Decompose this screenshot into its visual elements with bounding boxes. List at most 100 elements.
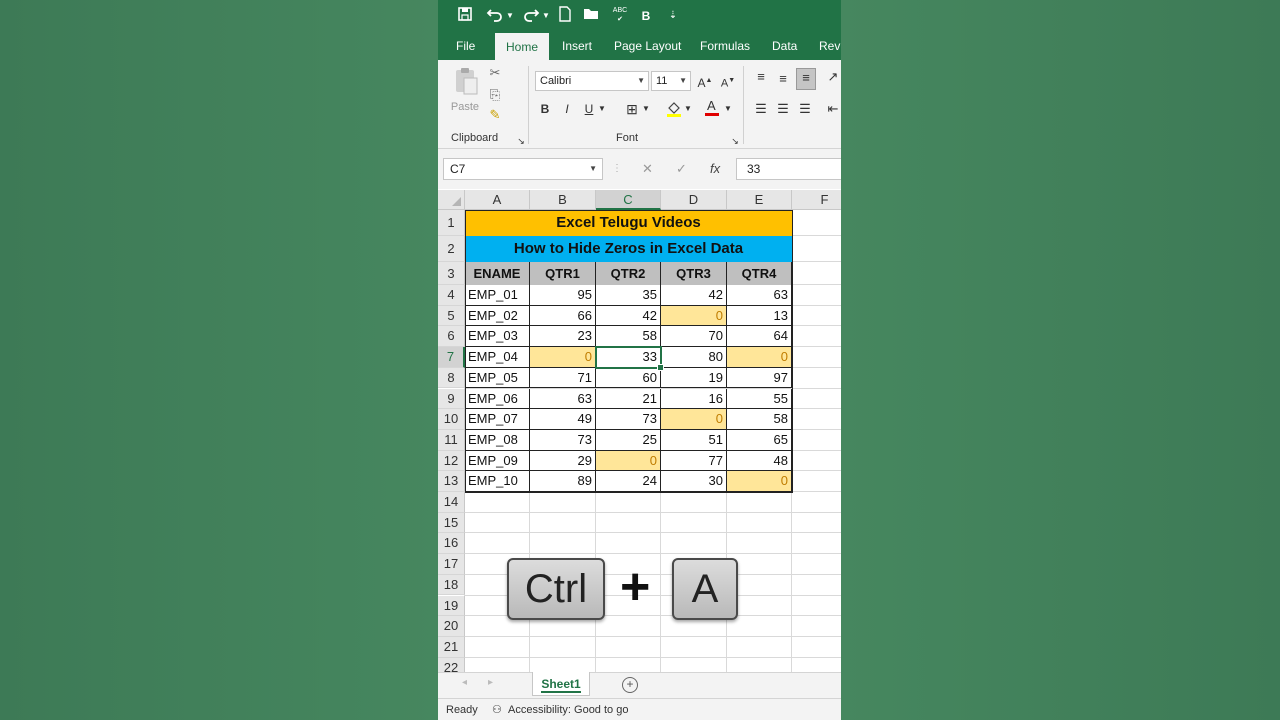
quarter-value-cell[interactable]: 0 (727, 471, 792, 492)
align-center-icon[interactable]: ☰ (774, 100, 792, 118)
select-all-button[interactable] (438, 190, 465, 210)
column-title-qtr3[interactable]: QTR3 (661, 262, 727, 285)
column-header-b[interactable]: B (530, 190, 596, 210)
row-header-2[interactable]: 2 (438, 236, 465, 262)
quarter-value-cell[interactable]: 63 (727, 285, 792, 306)
row-header-21[interactable]: 21 (438, 636, 465, 658)
row-header-6[interactable]: 6 (438, 326, 465, 348)
employee-name-cell[interactable]: EMP_05 (465, 367, 530, 389)
row-header-1[interactable]: 1 (438, 210, 465, 236)
quarter-value-cell[interactable]: 25 (596, 429, 661, 451)
align-bottom-icon[interactable]: ≡ (796, 68, 816, 90)
font-size-dropdown[interactable]: 11 ▼ (651, 71, 691, 91)
employee-name-cell[interactable]: EMP_02 (465, 305, 530, 327)
row-header-22[interactable]: 22 (438, 657, 465, 672)
quarter-value-cell[interactable]: 19 (661, 367, 727, 389)
row-header-16[interactable]: 16 (438, 533, 465, 555)
quarter-value-cell[interactable]: 80 (661, 347, 727, 368)
column-title-qtr2[interactable]: QTR2 (596, 262, 661, 285)
decrease-indent-icon[interactable]: ⇤ (824, 100, 841, 118)
quarter-value-cell[interactable]: 64 (727, 326, 792, 348)
quarter-value-cell[interactable]: 0 (727, 347, 792, 368)
formula-input[interactable]: 33 (736, 158, 841, 180)
tab-file[interactable]: File (456, 32, 475, 60)
quarter-value-cell[interactable]: 71 (530, 367, 596, 389)
column-header-f[interactable]: F (792, 190, 841, 210)
underline-button[interactable]: U (582, 100, 596, 118)
employee-name-cell[interactable]: EMP_03 (465, 326, 530, 348)
quarter-value-cell[interactable]: 49 (530, 409, 596, 430)
quarter-value-cell[interactable]: 58 (596, 326, 661, 348)
row-header-14[interactable]: 14 (438, 492, 465, 513)
quarter-value-cell[interactable]: 23 (530, 326, 596, 348)
column-header-e[interactable]: E (727, 190, 792, 210)
row-header-8[interactable]: 8 (438, 367, 465, 389)
employee-name-cell[interactable]: EMP_09 (465, 450, 530, 472)
quarter-value-cell[interactable]: 0 (530, 347, 596, 368)
row-header-15[interactable]: 15 (438, 512, 465, 534)
quarter-value-cell[interactable]: 77 (661, 450, 727, 472)
align-left-icon[interactable]: ☰ (752, 100, 770, 118)
copy-icon[interactable]: ⎘ (486, 86, 504, 104)
paste-icon[interactable] (452, 66, 480, 96)
quarter-value-cell[interactable]: 16 (661, 388, 727, 410)
new-file-icon[interactable] (557, 6, 573, 26)
employee-name-cell[interactable]: EMP_04 (465, 347, 530, 368)
tab-data[interactable]: Data (772, 32, 797, 60)
quarter-value-cell[interactable]: 48 (727, 450, 792, 472)
quarter-value-cell[interactable]: 55 (727, 388, 792, 410)
clipboard-launcher-icon[interactable]: ↘ (516, 132, 526, 150)
quarter-value-cell[interactable]: 89 (530, 471, 596, 492)
save-icon[interactable] (456, 6, 474, 26)
sheet-tab-sheet1[interactable]: Sheet1 (532, 672, 590, 696)
paste-label[interactable]: Paste (448, 98, 482, 116)
cut-icon[interactable]: ✂ (486, 64, 504, 82)
active-cell-indicator[interactable] (595, 346, 664, 371)
quarter-value-cell[interactable]: 73 (596, 409, 661, 430)
row-header-5[interactable]: 5 (438, 305, 465, 327)
align-middle-icon[interactable]: ≡ (774, 70, 792, 88)
row-header-13[interactable]: 13 (438, 471, 465, 492)
spelling-icon[interactable]: ABC ✔ (610, 6, 630, 26)
scroll-right-icon[interactable]: ▸ (488, 677, 493, 688)
column-title-qtr4[interactable]: QTR4 (727, 262, 792, 285)
bold-qat-icon[interactable]: B (640, 6, 652, 26)
undo-dropdown-icon[interactable]: ▼ (506, 6, 514, 26)
row-header-20[interactable]: 20 (438, 616, 465, 637)
increase-font-icon[interactable]: A▲ (697, 72, 713, 92)
open-folder-icon[interactable] (583, 6, 601, 26)
row-header-12[interactable]: 12 (438, 450, 465, 472)
redo-dropdown-icon[interactable]: ▼ (542, 6, 550, 26)
borders-icon[interactable]: ⊞ (624, 100, 640, 118)
table-title[interactable]: Excel Telugu Videos (465, 210, 792, 236)
row-header-11[interactable]: 11 (438, 429, 465, 451)
quarter-value-cell[interactable]: 58 (727, 409, 792, 430)
quarter-value-cell[interactable]: 42 (596, 305, 661, 327)
employee-name-cell[interactable]: EMP_10 (465, 471, 530, 492)
tab-insert[interactable]: Insert (562, 32, 592, 60)
column-title-ename[interactable]: ENAME (465, 262, 530, 285)
quarter-value-cell[interactable]: 97 (727, 367, 792, 389)
column-header-c[interactable]: C (596, 190, 661, 210)
row-header-3[interactable]: 3 (438, 262, 465, 285)
quarter-value-cell[interactable]: 0 (661, 409, 727, 430)
insert-function-button[interactable]: fx (710, 158, 720, 180)
quarter-value-cell[interactable]: 24 (596, 471, 661, 492)
table-subtitle[interactable]: How to Hide Zeros in Excel Data (465, 236, 792, 262)
quarter-value-cell[interactable]: 65 (727, 429, 792, 451)
quarter-value-cell[interactable]: 42 (661, 285, 727, 306)
font-launcher-icon[interactable]: ↘ (730, 132, 740, 150)
font-name-dropdown[interactable]: Calibri ▼ (535, 71, 649, 91)
tab-review[interactable]: Revi (819, 32, 841, 60)
tab-page-layout[interactable]: Page Layout (614, 32, 681, 60)
row-header-9[interactable]: 9 (438, 388, 465, 410)
tab-formulas[interactable]: Formulas (700, 32, 750, 60)
decrease-font-icon[interactable]: A▼ (720, 72, 736, 93)
borders-dropdown-icon[interactable]: ▼ (642, 100, 650, 118)
quarter-value-cell[interactable]: 35 (596, 285, 661, 306)
customize-qat-icon[interactable]: ⇣ (668, 6, 678, 26)
format-painter-icon[interactable]: ✎ (486, 106, 504, 124)
quarter-value-cell[interactable]: 0 (661, 305, 727, 327)
enter-icon[interactable]: ✓ (676, 158, 687, 180)
employee-name-cell[interactable]: EMP_08 (465, 429, 530, 451)
